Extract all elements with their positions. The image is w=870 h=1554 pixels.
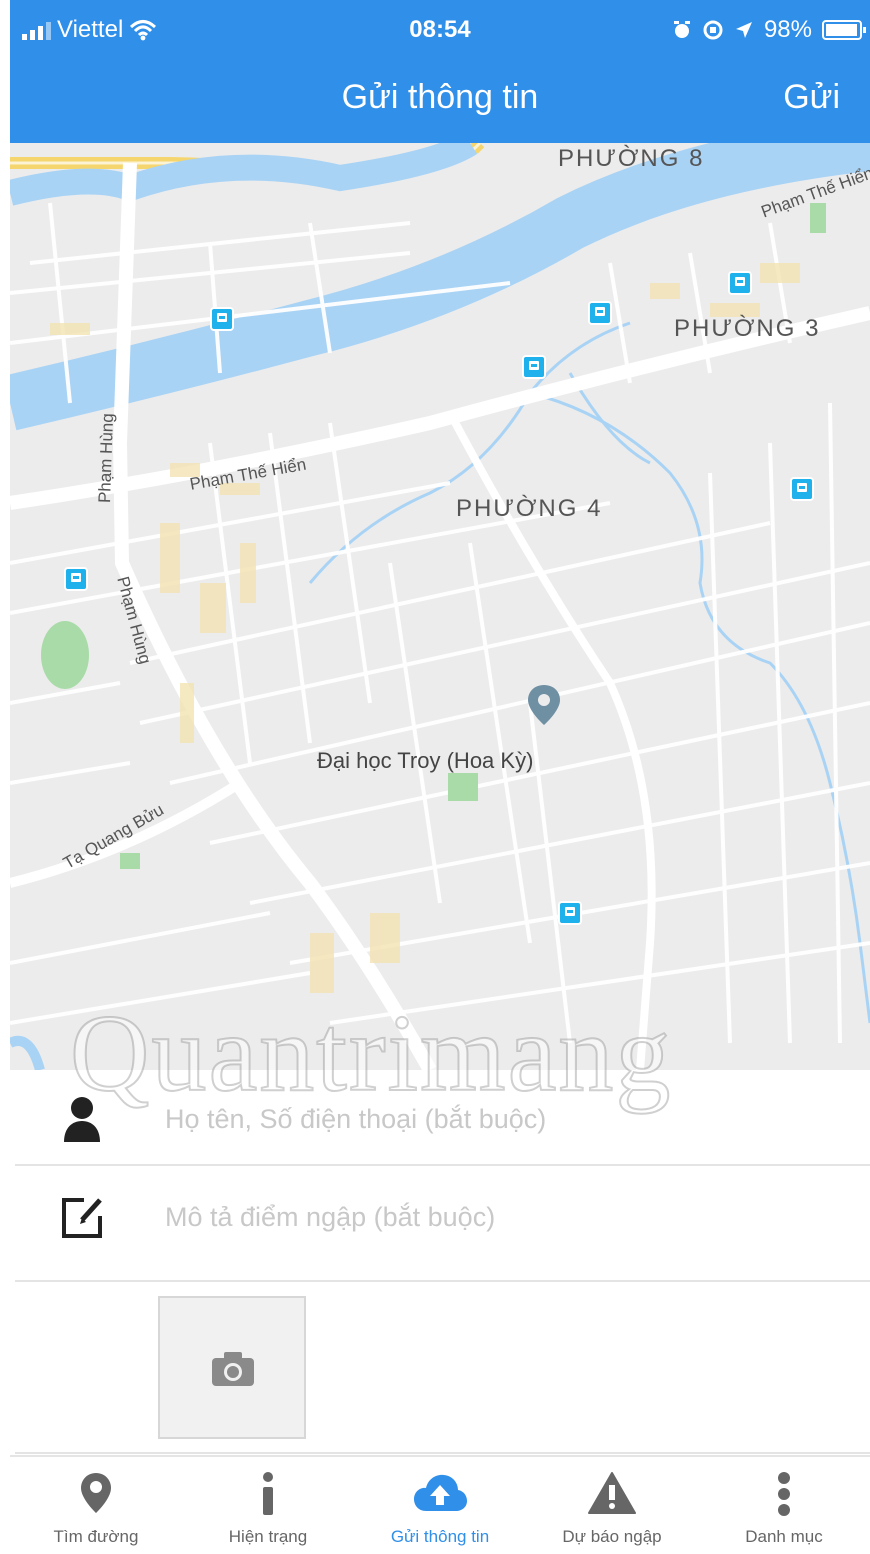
battery-icon (822, 20, 866, 40)
map-street-label: Phạm Hùng (95, 412, 118, 504)
bus-stop-icon[interactable] (558, 901, 582, 925)
map-district-label: PHƯỜNG 4 (456, 495, 603, 522)
person-icon (64, 1097, 100, 1142)
description-row[interactable]: Mô tả điểm ngập (bắt buộc) (10, 1166, 870, 1280)
description-input[interactable]: Mô tả điểm ngập (bắt buộc) (165, 1202, 495, 1233)
tab-label: Hiện trạng (228, 1527, 308, 1546)
status-bar: Viettel 08:54 98% (10, 0, 870, 60)
tab-catalog[interactable]: Danh mục (698, 1457, 870, 1554)
more-vertical-icon (778, 1472, 790, 1516)
screen-lock-icon (703, 20, 723, 40)
add-photo-button[interactable] (158, 1296, 306, 1439)
tab-label: Dự báo ngập (562, 1527, 662, 1546)
info-icon (263, 1472, 273, 1515)
location-pin-icon (81, 1473, 111, 1513)
cloud-upload-icon (414, 1474, 467, 1511)
bus-stop-icon[interactable] (64, 567, 88, 591)
place-label: Đại học Troy (Hoa Kỳ) (317, 748, 534, 773)
divider (15, 1452, 870, 1454)
warning-icon (588, 1472, 636, 1514)
map-pin-icon[interactable] (526, 683, 562, 727)
tab-send-info[interactable]: Gửi thông tin (354, 1457, 526, 1554)
alarm-icon (673, 21, 690, 38)
app-header: Viettel 08:54 98% Gửi thông tin Gửi (10, 0, 870, 143)
divider (15, 1280, 870, 1282)
edit-icon (62, 1198, 102, 1238)
send-button[interactable]: Gửi (783, 78, 840, 117)
tab-status[interactable]: Hiện trạng (182, 1457, 354, 1554)
location-arrow-icon (735, 22, 752, 38)
bottom-tab-bar: Tìm đường Hiện trạng Gửi thông tin Dự bá… (10, 1455, 870, 1554)
name-phone-row[interactable]: Họ tên, Số điện thoại (bắt buộc) (10, 1072, 870, 1166)
map-district-label: PHƯỜNG 8 (558, 145, 705, 172)
bus-stop-icon[interactable] (790, 477, 814, 501)
name-phone-input[interactable]: Họ tên, Số điện thoại (bắt buộc) (165, 1104, 546, 1135)
app-screen: Viettel 08:54 98% Gửi thông tin Gửi PHƯỜ… (10, 0, 870, 1554)
map-view[interactable]: PHƯỜNG 8 PHƯỜNG 3 PHƯỜNG 4 Phạm Thế Hiển… (10, 143, 870, 1070)
bus-stop-icon[interactable] (522, 355, 546, 379)
bus-stop-icon[interactable] (210, 307, 234, 331)
tab-label: Danh mục (745, 1527, 823, 1546)
map-district-label: PHƯỜNG 3 (674, 315, 821, 342)
tab-directions[interactable]: Tìm đường (10, 1457, 182, 1554)
camera-icon (212, 1352, 254, 1386)
battery-percent: 98% (763, 16, 812, 43)
tab-flood-forecast[interactable]: Dự báo ngập (526, 1457, 698, 1554)
page-title: Gửi thông tin (341, 78, 539, 116)
bus-stop-icon[interactable] (588, 301, 612, 325)
tab-label: Tìm đường (53, 1527, 139, 1546)
tab-label: Gửi thông tin (390, 1527, 490, 1546)
bus-stop-icon[interactable] (728, 271, 752, 295)
